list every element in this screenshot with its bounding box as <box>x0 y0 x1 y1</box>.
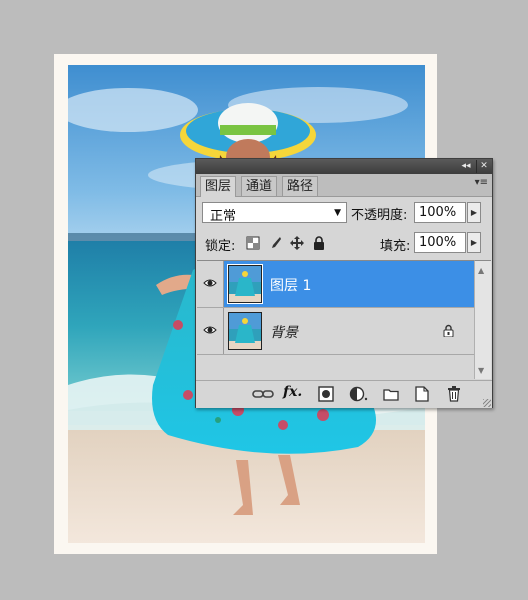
bottom-toolbar: fx. <box>196 380 492 408</box>
tab-layers[interactable]: 图层 <box>200 176 237 197</box>
lock-all-icon[interactable] <box>312 236 326 250</box>
visibility-toggle[interactable] <box>197 261 224 307</box>
lock-transparent-icon[interactable] <box>246 236 260 250</box>
layer-row[interactable]: 图层 1 <box>197 261 474 307</box>
resize-grip[interactable] <box>483 399 491 407</box>
lock-pixels-icon[interactable] <box>268 236 282 250</box>
opacity-label: 不透明度: <box>351 208 408 223</box>
new-layer-icon[interactable] <box>415 386 429 402</box>
layer-name[interactable]: 图层 1 <box>270 275 311 295</box>
chevron-down-icon: ▼ <box>334 208 341 218</box>
adjustment-icon[interactable] <box>349 386 369 402</box>
lock-position-icon[interactable] <box>290 236 304 250</box>
lock-icon <box>443 324 454 337</box>
panel-titlebar[interactable]: ◂◂ ✕ <box>196 159 492 174</box>
lock-label: 锁定: <box>205 239 236 254</box>
fill-field[interactable]: 100% <box>414 232 466 253</box>
close-icon[interactable]: ✕ <box>476 160 491 173</box>
collapse-icon[interactable]: ◂◂ <box>459 160 473 173</box>
layer-thumbnail <box>227 264 263 304</box>
blend-mode-value: 正常 <box>210 209 237 224</box>
visibility-toggle[interactable] <box>197 308 224 354</box>
layer-row[interactable]: 背景 <box>197 307 474 355</box>
tab-channels[interactable]: 通道 <box>241 176 278 196</box>
lock-row: 锁定: 填充: 100% ▶ <box>196 231 492 255</box>
scroll-down-icon[interactable]: ▼ <box>478 366 484 375</box>
fill-stepper[interactable]: ▶ <box>467 232 481 253</box>
eye-icon <box>203 326 217 334</box>
layers-panel: ◂◂ ✕ 图层 通道 路径 ▾≡ 正常 ▼ 不透明度: 100% ▶ 锁定: 填… <box>195 158 493 408</box>
layer-list: 图层 1 背景 <box>197 260 474 379</box>
tab-strip: 图层 通道 路径 ▾≡ <box>196 174 492 197</box>
opacity-stepper[interactable]: ▶ <box>467 202 481 223</box>
eye-icon <box>203 279 217 287</box>
blend-mode-dropdown[interactable]: 正常 ▼ <box>202 202 347 224</box>
trash-icon[interactable] <box>447 386 461 402</box>
fill-label: 填充: <box>380 239 411 254</box>
mask-icon[interactable] <box>318 386 334 402</box>
panel-menu-icon[interactable]: ▾≡ <box>475 177 488 188</box>
link-icon[interactable] <box>252 386 274 402</box>
layer-name[interactable]: 背景 <box>270 322 298 342</box>
layer-scrollbar[interactable]: ▲ ▼ <box>474 260 491 379</box>
blend-row: 正常 ▼ 不透明度: 100% ▶ <box>196 198 492 226</box>
layer-thumbnail <box>228 312 262 350</box>
tab-paths[interactable]: 路径 <box>282 176 319 196</box>
folder-icon[interactable] <box>383 386 399 402</box>
opacity-field[interactable]: 100% <box>414 202 466 223</box>
fx-icon[interactable]: fx. <box>283 384 302 400</box>
scroll-up-icon[interactable]: ▲ <box>478 266 484 275</box>
